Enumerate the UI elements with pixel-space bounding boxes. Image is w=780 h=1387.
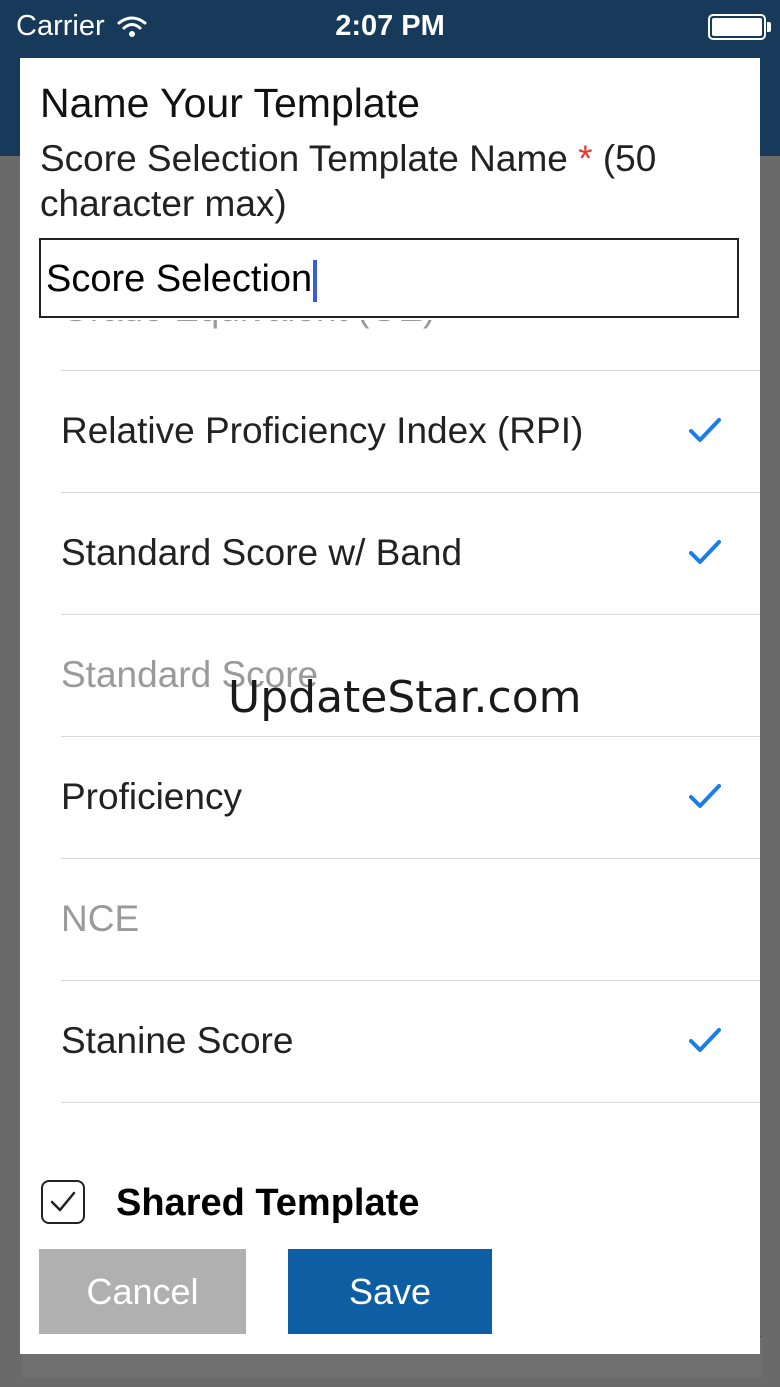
checkbox-check-icon	[50, 1191, 76, 1212]
score-option-row[interactable]: Grade Equivalent (GE)	[61, 320, 760, 371]
template-name-input[interactable]: Score Selection	[39, 238, 739, 318]
field-label-text: Score Selection Template Name	[40, 138, 568, 179]
shared-template-label: Shared Template	[116, 1182, 420, 1224]
text-caret	[313, 259, 318, 302]
field-label: Score Selection Template Name * (50 char…	[40, 136, 720, 226]
score-list: Grade Equivalent (GE) Relative Proficienc…	[20, 320, 760, 1162]
score-option-row[interactable]: Proficiency	[61, 738, 760, 859]
checkmark-icon	[689, 418, 721, 442]
checkmark-icon	[689, 784, 721, 808]
template-name-value: Score Selection	[46, 258, 313, 300]
shared-template-checkbox[interactable]	[41, 1180, 85, 1224]
cancel-button[interactable]: Cancel	[39, 1249, 246, 1334]
score-option-label: NCE	[61, 898, 140, 939]
checkmark-icon	[689, 540, 721, 564]
score-option-label: Stanine Score	[61, 1020, 294, 1061]
score-option-row[interactable]: Relative Proficiency Index (RPI)	[61, 372, 760, 493]
required-indicator: *	[578, 138, 593, 179]
score-option-row[interactable]: Stanine Score	[61, 982, 760, 1103]
battery-icon	[708, 14, 771, 40]
watermark: UpdateStar.com	[228, 672, 582, 723]
score-option-label: Proficiency	[61, 776, 242, 817]
score-option-label: Relative Proficiency Index (RPI)	[61, 410, 584, 451]
save-button[interactable]: Save	[288, 1249, 492, 1334]
score-option-label: Standard Score w/ Band	[61, 532, 463, 573]
status-time: 2:07 PM	[335, 10, 445, 42]
dialog-title: Name Your Template	[40, 80, 420, 126]
score-option-label: Grade Equivalent (GE)	[61, 320, 435, 330]
score-option-row[interactable]: Standard Score w/ Band	[61, 494, 760, 615]
checkmark-icon	[689, 1028, 721, 1052]
score-option-row[interactable]: NCE	[61, 860, 760, 981]
